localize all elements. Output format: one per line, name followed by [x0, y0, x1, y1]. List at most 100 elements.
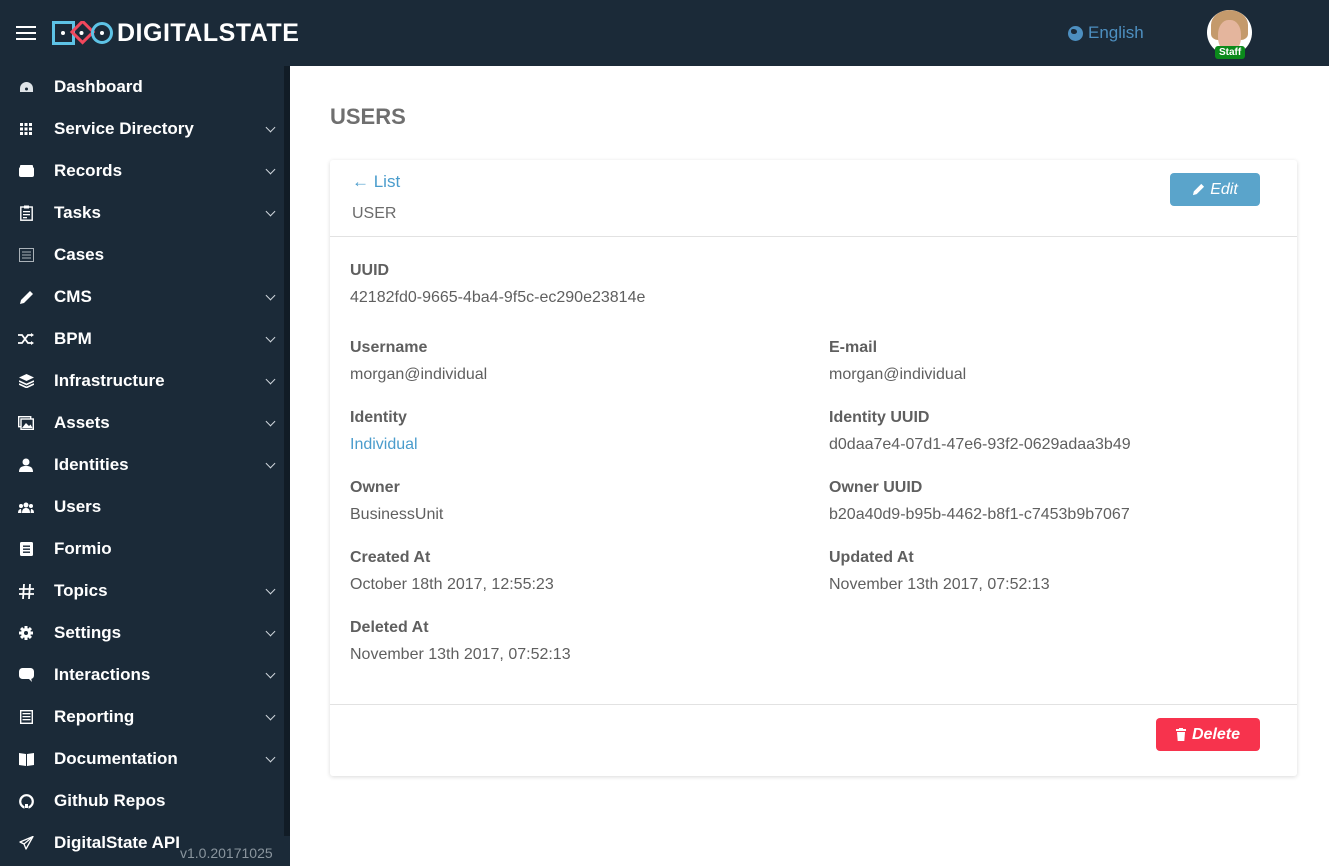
sidebar-item-label: Dashboard [54, 77, 143, 96]
paper-plane-icon [17, 834, 35, 852]
hamburger-menu-icon[interactable] [16, 26, 36, 40]
logo-mark-icon [52, 21, 113, 45]
sidebar-item-label: CMS [54, 287, 92, 306]
sidebar-item-documentation[interactable]: Documentation [0, 738, 284, 780]
trash-icon [1175, 728, 1186, 741]
identity-link[interactable]: Individual [350, 436, 418, 454]
sidebar-item-label: Reporting [54, 707, 135, 726]
language-label: English [1088, 23, 1144, 42]
sidebar-item-service-directory[interactable]: Service Directory [0, 108, 284, 150]
chevron-down-icon[interactable] [265, 206, 276, 217]
card-footer: Delete [330, 704, 1297, 776]
field-value: 42182fd0-9665-4ba4-9f5c-ec290e23814e [350, 289, 646, 306]
pencil-icon [1193, 183, 1205, 196]
field-value: d0daa7e4-07d1-47e6-93f2-0629adaa3b49 [829, 436, 1131, 453]
field-label: Deleted At [350, 619, 429, 636]
app-version: v1.0.20171025 [180, 845, 273, 861]
chevron-down-icon[interactable] [265, 416, 276, 427]
card-subtitle: USER [352, 205, 397, 222]
layers-icon [17, 372, 35, 390]
field-label: Identity UUID [829, 409, 930, 426]
chevron-down-icon[interactable] [265, 458, 276, 469]
sidebar-item-label: Service Directory [54, 119, 194, 138]
sidebar: Dashboard Service Directory Records Tasks Ca… [0, 66, 290, 866]
field-label: Owner UUID [829, 479, 923, 496]
dashboard-icon [17, 78, 35, 96]
field-created-at: Created At October 18th 2017, 12:55:23 [350, 549, 554, 594]
globe-icon [1068, 25, 1083, 41]
sidebar-item-label: Users [54, 497, 102, 516]
sidebar-item-label: Formio [54, 539, 112, 558]
sidebar-item-cases[interactable]: Cases [0, 234, 284, 276]
sidebar-item-identities[interactable]: Identities [0, 444, 284, 486]
brand-logo[interactable]: DIGITALSTATE [52, 20, 299, 46]
folder-icon [17, 162, 35, 180]
field-identity-uuid: Identity UUID d0daa7e4-07d1-47e6-93f2-06… [829, 409, 1131, 454]
top-bar: DIGITALSTATE English Staff [0, 0, 1329, 66]
sidebar-item-topics[interactable]: Topics [0, 570, 284, 612]
sidebar-item-github-repos[interactable]: Github Repos [0, 780, 284, 822]
sidebar-scrollbar[interactable] [284, 66, 290, 836]
sidebar-item-infrastructure[interactable]: Infrastructure [0, 360, 284, 402]
sidebar-item-bpm[interactable]: BPM [0, 318, 284, 360]
gear-icon [17, 624, 35, 642]
report-icon [17, 708, 35, 726]
sidebar-item-reporting[interactable]: Reporting [0, 696, 284, 738]
sidebar-item-records[interactable]: Records [0, 150, 284, 192]
field-label: Owner [350, 479, 400, 496]
sidebar-item-formio[interactable]: Formio [0, 528, 284, 570]
delete-button[interactable]: Delete [1156, 718, 1260, 751]
chevron-down-icon[interactable] [265, 668, 276, 679]
field-label: Updated At [829, 549, 914, 566]
sidebar-item-dashboard[interactable]: Dashboard [0, 66, 284, 108]
brand-name: DIGITALSTATE [117, 19, 300, 47]
edit-label: Edit [1210, 180, 1238, 198]
images-icon [17, 414, 35, 432]
pencil-icon [17, 288, 35, 306]
chevron-down-icon[interactable] [265, 164, 276, 175]
chevron-down-icon[interactable] [265, 626, 276, 637]
grid-icon [17, 120, 35, 138]
language-selector[interactable]: English [1068, 23, 1144, 43]
book-icon [17, 750, 35, 768]
chevron-down-icon[interactable] [265, 290, 276, 301]
back-to-list-link[interactable]: ← List [352, 172, 400, 192]
sidebar-item-tasks[interactable]: Tasks [0, 192, 284, 234]
field-label: Username [350, 339, 428, 356]
sidebar-item-label: Documentation [54, 749, 178, 768]
sidebar-item-settings[interactable]: Settings [0, 612, 284, 654]
field-value: morgan@individual [829, 366, 967, 383]
sidebar-item-label: Assets [54, 413, 110, 432]
sidebar-item-label: Infrastructure [54, 371, 165, 390]
chevron-down-icon[interactable] [265, 584, 276, 595]
sidebar-item-users[interactable]: Users [0, 486, 284, 528]
sidebar-item-cms[interactable]: CMS [0, 276, 284, 318]
field-value: morgan@individual [350, 366, 488, 383]
chevron-down-icon[interactable] [265, 332, 276, 343]
field-label: Identity [350, 409, 407, 426]
chevron-down-icon[interactable] [265, 710, 276, 721]
sidebar-item-interactions[interactable]: Interactions [0, 654, 284, 696]
field-label: UUID [350, 262, 390, 279]
user-detail-card: ← List USER Edit UUID 42182fd0-9665-4ba4… [330, 160, 1297, 776]
field-deleted-at: Deleted At November 13th 2017, 07:52:13 [350, 619, 571, 664]
list-icon [17, 246, 35, 264]
field-uuid: UUID 42182fd0-9665-4ba4-9f5c-ec290e23814… [350, 262, 645, 307]
sidebar-item-label: Identities [54, 455, 129, 474]
card-header: ← List USER Edit [330, 160, 1297, 237]
hashtag-icon [17, 582, 35, 600]
users-icon [17, 498, 35, 516]
field-value: November 13th 2017, 07:52:13 [829, 576, 1050, 593]
field-owner-uuid: Owner UUID b20a40d9-b95b-4462-b8f1-c7453… [829, 479, 1130, 524]
field-value: b20a40d9-b95b-4462-b8f1-c7453b9b7067 [829, 506, 1130, 523]
field-label: E-mail [829, 339, 878, 356]
chevron-down-icon[interactable] [265, 122, 276, 133]
chevron-down-icon[interactable] [265, 374, 276, 385]
field-username: Username morgan@individual [350, 339, 487, 384]
sidebar-item-label: DigitalState API [54, 833, 180, 852]
sidebar-item-assets[interactable]: Assets [0, 402, 284, 444]
field-value: October 18th 2017, 12:55:23 [350, 576, 554, 593]
chevron-down-icon[interactable] [265, 752, 276, 763]
edit-button[interactable]: Edit [1170, 173, 1260, 206]
field-label: Created At [350, 549, 431, 566]
